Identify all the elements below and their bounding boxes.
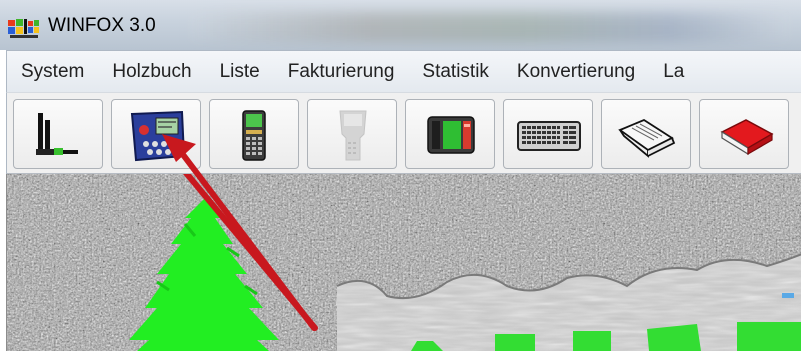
menu-fakturierung[interactable]: Fakturierung bbox=[288, 61, 395, 83]
menu-holzbuch[interactable]: Holzbuch bbox=[112, 61, 191, 83]
open-book-icon bbox=[618, 118, 676, 158]
toolbar-button-keyboard[interactable] bbox=[503, 99, 593, 169]
plug-cable-icon bbox=[36, 113, 78, 155]
toolbar-button-connect[interactable] bbox=[13, 99, 103, 169]
toolbar-button-red-book[interactable] bbox=[699, 99, 789, 169]
menu-bar: System Holzbuch Liste Fakturierung Stati… bbox=[6, 50, 801, 92]
toolbar-button-mobile-disabled[interactable] bbox=[307, 99, 397, 169]
background-image bbox=[7, 174, 801, 351]
handheld-terminal-icon bbox=[130, 110, 186, 162]
background-area bbox=[6, 174, 801, 351]
toolbar-button-handheld[interactable] bbox=[111, 99, 201, 169]
toolbar bbox=[6, 92, 801, 174]
keyboard-icon bbox=[517, 121, 581, 151]
title-bar: WINFOX 3.0 bbox=[0, 0, 801, 50]
device-screen-icon bbox=[427, 116, 475, 154]
menu-system[interactable]: System bbox=[21, 61, 84, 83]
menu-konvertierung[interactable]: Konvertierung bbox=[517, 61, 635, 83]
red-book-icon bbox=[720, 119, 774, 156]
toolbar-button-screen-device[interactable] bbox=[405, 99, 495, 169]
window-title: WINFOX 3.0 bbox=[48, 15, 156, 36]
mobile-data-device-icon bbox=[242, 110, 266, 161]
menu-liste[interactable]: Liste bbox=[220, 61, 260, 83]
toolbar-button-book[interactable] bbox=[601, 99, 691, 169]
menu-statistik[interactable]: Statistik bbox=[422, 61, 489, 83]
title-bar-background bbox=[190, 12, 790, 42]
mobile-device-disabled-icon bbox=[339, 110, 367, 161]
menu-la[interactable]: La bbox=[663, 61, 684, 83]
windows-flag-icon bbox=[8, 19, 39, 38]
toolbar-button-mobile[interactable] bbox=[209, 99, 299, 169]
